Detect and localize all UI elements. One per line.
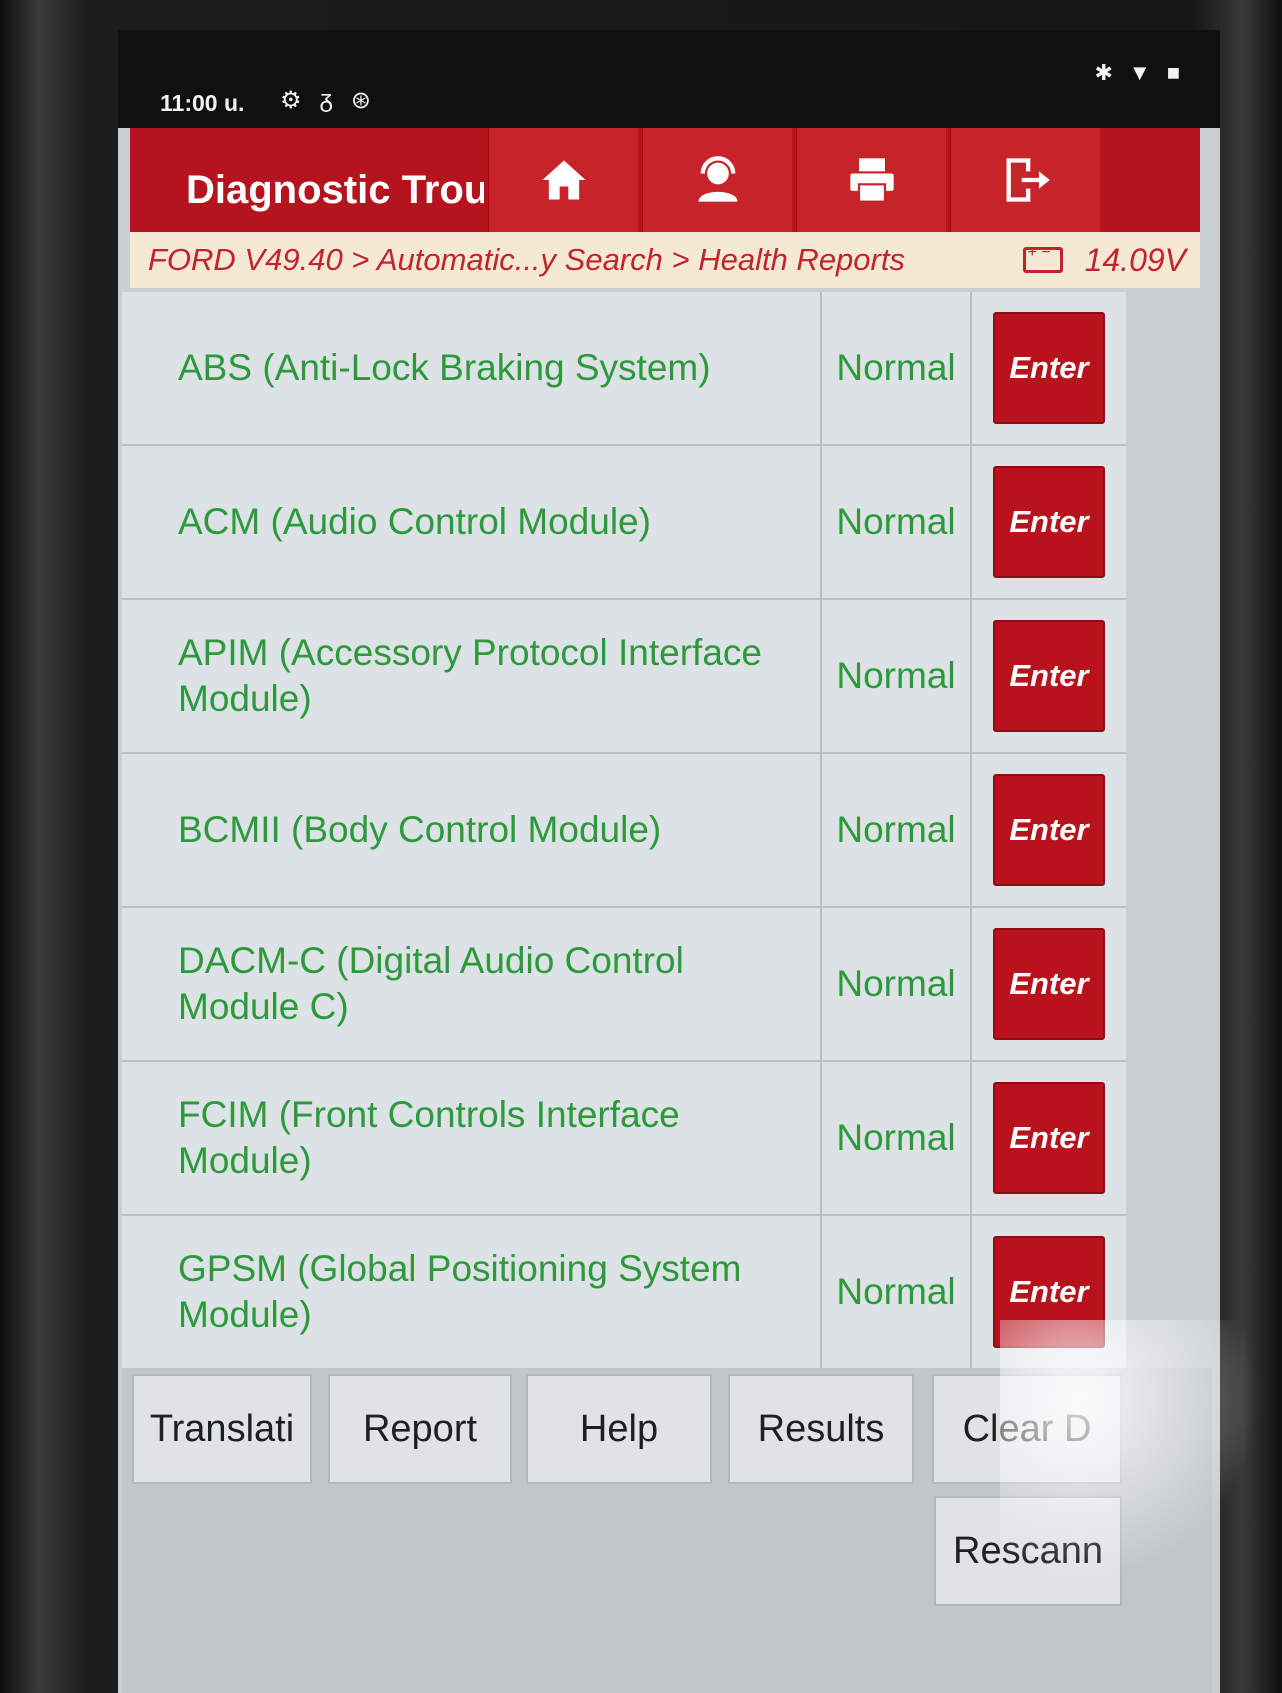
printer-icon xyxy=(849,158,894,203)
bluetooth-icon: ✱ xyxy=(1094,60,1113,85)
app-header: Diagnostic Trou xyxy=(130,128,1200,232)
module-name: APIM (Accessory Protocol Interface Modul… xyxy=(122,600,822,754)
support-button[interactable] xyxy=(642,128,792,232)
module-status: Normal xyxy=(822,446,972,600)
gear-icon: ⚙ xyxy=(280,87,302,114)
table-row: APIM (Accessory Protocol Interface Modul… xyxy=(122,600,1212,754)
wifi-icon: ▼ xyxy=(1128,60,1151,85)
help-button[interactable]: Help xyxy=(526,1374,712,1484)
support-agent-icon xyxy=(698,156,737,202)
translation-button[interactable]: Translati xyxy=(132,1374,312,1484)
action-cell: Enter xyxy=(972,908,1126,1062)
bottom-toolbar: Translati Report Help Results Clear D Re… xyxy=(122,1368,1212,1693)
clear-dtc-button[interactable]: Clear D xyxy=(932,1374,1122,1484)
enter-button[interactable]: Enter xyxy=(993,620,1105,732)
enter-button[interactable]: Enter xyxy=(993,466,1105,578)
report-button[interactable]: Report xyxy=(328,1374,512,1484)
status-time: 11:00 u. xyxy=(160,90,245,116)
module-name: DACM-C (Digital Audio Control Module C) xyxy=(122,908,822,1062)
breadcrumb-path: FORD V49.40 > Automatic...y Search > Hea… xyxy=(148,242,905,277)
action-cell: Enter xyxy=(972,446,1126,600)
module-name: ABS (Anti-Lock Braking System) xyxy=(122,292,822,446)
bluetooth-circle-icon: ⊛ xyxy=(350,87,371,114)
battery-icon: ■ xyxy=(1166,60,1180,85)
exit-button[interactable] xyxy=(950,128,1100,232)
module-name: ACM (Audio Control Module) xyxy=(122,446,822,600)
action-cell: Enter xyxy=(972,754,1126,908)
voltage-readout: 14.09V xyxy=(1084,241,1186,278)
module-status: Normal xyxy=(822,754,972,908)
module-status: Normal xyxy=(822,1062,972,1216)
module-status: Normal xyxy=(822,908,972,1062)
home-icon xyxy=(541,160,586,200)
page-title: Diagnostic Trou xyxy=(186,168,484,212)
table-row: BCMII (Body Control Module) Normal Enter xyxy=(122,754,1212,908)
enter-button[interactable]: Enter xyxy=(993,1082,1105,1194)
action-cell: Enter xyxy=(972,292,1126,446)
table-row: DACM-C (Digital Audio Control Module C) … xyxy=(122,908,1212,1062)
action-cell: Enter xyxy=(972,1062,1126,1216)
print-button[interactable] xyxy=(796,128,946,232)
screen: 11:00 u. ⚙ ᵹ ⊛ ✱ ▼ ■ Diagnostic Trou FOR… xyxy=(118,30,1220,1693)
home-button[interactable] xyxy=(488,128,638,232)
status-bar: 11:00 u. ⚙ ᵹ ⊛ ✱ ▼ ■ xyxy=(118,30,1220,128)
table-row: GPSM (Global Positioning System Module) … xyxy=(122,1216,1212,1370)
table-row: ACM (Audio Control Module) Normal Enter xyxy=(122,446,1212,600)
car-battery-icon xyxy=(1022,244,1063,273)
module-name: GPSM (Global Positioning System Module) xyxy=(122,1216,822,1370)
module-status: Normal xyxy=(822,600,972,754)
results-button[interactable]: Results xyxy=(728,1374,914,1484)
status-icons-left: ⚙ ᵹ ⊛ xyxy=(280,86,371,115)
enter-button[interactable]: Enter xyxy=(993,928,1105,1040)
stethoscope-icon: ᵹ xyxy=(319,86,333,113)
action-cell: Enter xyxy=(972,600,1126,754)
status-icons-right: ✱ ▼ ■ xyxy=(1094,60,1180,86)
device-frame: 11:00 u. ⚙ ᵹ ⊛ ✱ ▼ ■ Diagnostic Trou FOR… xyxy=(0,0,1282,1693)
exit-icon xyxy=(1006,158,1050,202)
module-name: BCMII (Body Control Module) xyxy=(122,754,822,908)
action-cell: Enter xyxy=(972,1216,1126,1370)
module-status: Normal xyxy=(822,292,972,446)
rescan-button[interactable]: Rescann xyxy=(934,1496,1122,1606)
module-name: FCIM (Front Controls Interface Module) xyxy=(122,1062,822,1216)
table-row: FCIM (Front Controls Interface Module) N… xyxy=(122,1062,1212,1216)
module-list: ABS (Anti-Lock Braking System) Normal En… xyxy=(122,292,1212,1372)
enter-button[interactable]: Enter xyxy=(993,1236,1105,1348)
breadcrumb: FORD V49.40 > Automatic...y Search > Hea… xyxy=(130,232,1200,288)
module-status: Normal xyxy=(822,1216,972,1370)
table-row: ABS (Anti-Lock Braking System) Normal En… xyxy=(122,292,1212,446)
enter-button[interactable]: Enter xyxy=(993,312,1105,424)
enter-button[interactable]: Enter xyxy=(993,774,1105,886)
